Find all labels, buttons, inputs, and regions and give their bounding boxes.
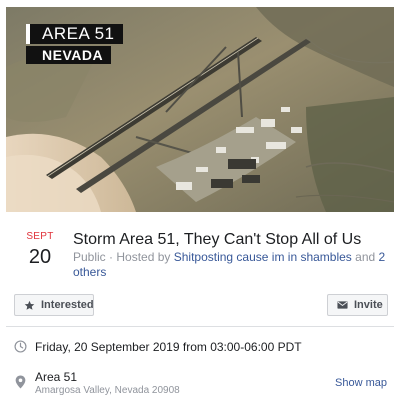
star-icon (24, 300, 35, 310)
envelope-icon (337, 301, 348, 309)
event-meta: Public · Hosted by Shitposting cause im … (73, 250, 391, 280)
interested-button[interactable]: Interested (14, 294, 94, 316)
interested-label: Interested (41, 299, 94, 311)
area51-badge: AREA 51 NEVADA (26, 24, 123, 64)
section-divider (6, 326, 394, 327)
location-name[interactable]: Area 51 (35, 370, 77, 385)
meta-joiner: and (351, 250, 379, 264)
invite-label: Invite (354, 299, 383, 311)
clock-icon (14, 340, 27, 353)
map-pin-icon (15, 375, 26, 389)
event-page: AREA 51 NEVADA SEPT 20 Storm Area 51, Th… (0, 0, 400, 400)
location-address: Amargosa Valley, Nevada 20908 (35, 385, 180, 396)
event-day: 20 (28, 246, 52, 268)
invite-button[interactable]: Invite (327, 294, 388, 316)
badge-subtitle: NEVADA (26, 46, 112, 64)
event-title: Storm Area 51, They Can't Stop All of Us (73, 231, 362, 248)
host-link[interactable]: Shitposting cause im in shambles (174, 250, 352, 264)
event-month: SEPT (26, 231, 54, 242)
show-map-link[interactable]: Show map (335, 376, 387, 390)
event-privacy-host-prefix: Public · Hosted by (73, 250, 174, 264)
badge-title: AREA 51 (26, 24, 123, 44)
event-date: SEPT 20 (18, 231, 62, 269)
cover-photo[interactable]: AREA 51 NEVADA (6, 7, 394, 212)
event-time: Friday, 20 September 2019 from 03:00-06:… (35, 340, 302, 354)
